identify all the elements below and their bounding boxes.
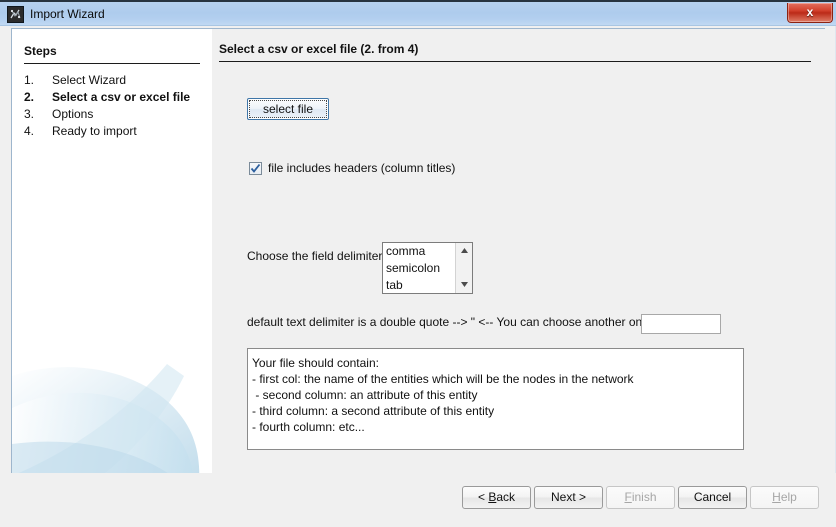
delimiter-label: Choose the field delimiter: xyxy=(247,249,386,263)
step-number: 1. xyxy=(24,73,35,87)
help-button: Help xyxy=(750,486,819,509)
step-number: 3. xyxy=(24,107,35,121)
checkmark-icon xyxy=(250,163,261,173)
select-file-label: select file xyxy=(262,102,314,116)
info-line: - first col: the name of the entities wh… xyxy=(252,372,634,386)
app-icon xyxy=(7,6,24,23)
step-label: Select Wizard xyxy=(52,73,127,87)
back-suffix: ack xyxy=(496,490,516,504)
finish-button: Finish xyxy=(606,486,675,509)
help-accel: H xyxy=(772,490,781,504)
next-button[interactable]: Next > xyxy=(534,486,603,509)
listbox-scrollbar[interactable] xyxy=(455,243,472,293)
steps-list: 1. Select Wizard 2. Select a csv or excel … xyxy=(24,70,209,138)
help-suffix: elp xyxy=(780,490,797,504)
dialog-button-bar: < Back Next > Finish Cancel Help xyxy=(0,473,836,527)
steps-divider xyxy=(24,63,200,64)
sidebar-step-1[interactable]: 1. Select Wizard xyxy=(24,70,209,87)
text-delimiter-input[interactable] xyxy=(641,314,721,334)
info-line: - fourth column: etc... xyxy=(252,420,365,434)
next-accel: N xyxy=(550,490,560,504)
window-title: Import Wizard xyxy=(30,7,105,21)
import-wizard-window: Import Wizard x Steps 1. Select Wizard 2… xyxy=(0,0,836,527)
close-button[interactable]: x xyxy=(787,3,833,23)
select-file-button[interactable]: select file xyxy=(247,98,329,120)
info-line: Your file should contain: xyxy=(252,356,379,370)
dialog-body: Steps 1. Select Wizard 2. Select a csv or … xyxy=(0,26,836,527)
delimiter-listbox[interactable]: comma semicolon tab xyxy=(382,242,473,294)
info-box: Your file should contain: - first col: t… xyxy=(247,348,744,450)
step-number: 4. xyxy=(24,124,35,138)
sidebar-step-2[interactable]: 2. Select a csv or excel file xyxy=(24,87,209,104)
step-label: Options xyxy=(52,107,94,121)
cancel-button[interactable]: Cancel xyxy=(678,486,747,509)
scroll-down-arrow-icon[interactable] xyxy=(456,277,472,293)
page-title: Select a csv or excel file (2. from 4) xyxy=(219,42,419,56)
steps-heading: Steps xyxy=(24,44,57,58)
steps-sidebar: Steps 1. Select Wizard 2. Select a csv or … xyxy=(12,29,212,496)
step-label: Select a csv or excel file xyxy=(52,90,191,104)
headers-checkbox[interactable] xyxy=(249,162,262,175)
sidebar-step-4[interactable]: 4. Ready to import xyxy=(24,121,209,138)
finish-suffix: inish xyxy=(631,490,657,504)
step-label: Ready to import xyxy=(52,124,137,138)
cancel-suffix: ancel xyxy=(702,490,732,504)
back-button[interactable]: < Back xyxy=(462,486,531,509)
wizard-page: Select a csv or excel file (2. from 4) s… xyxy=(212,29,825,496)
title-bar: Import Wizard x xyxy=(0,0,836,26)
finish-accel: F xyxy=(624,490,632,504)
text-delimiter-label: default text delimiter is a double quote… xyxy=(247,315,653,329)
sidebar-step-3[interactable]: 3. Options xyxy=(24,104,209,121)
headers-checkbox-label: file includes headers (column titles) xyxy=(268,161,456,175)
close-icon: x xyxy=(806,5,814,19)
next-suffix: ext > xyxy=(559,490,587,504)
back-prefix: < xyxy=(477,490,489,504)
decorative-swoosh xyxy=(12,364,200,496)
page-title-divider xyxy=(219,61,811,62)
info-line: - third column: a second attribute of th… xyxy=(252,404,495,418)
scroll-up-arrow-icon[interactable] xyxy=(456,243,472,259)
step-number: 2. xyxy=(24,90,35,104)
info-line: - second column: an attribute of this en… xyxy=(252,388,478,402)
